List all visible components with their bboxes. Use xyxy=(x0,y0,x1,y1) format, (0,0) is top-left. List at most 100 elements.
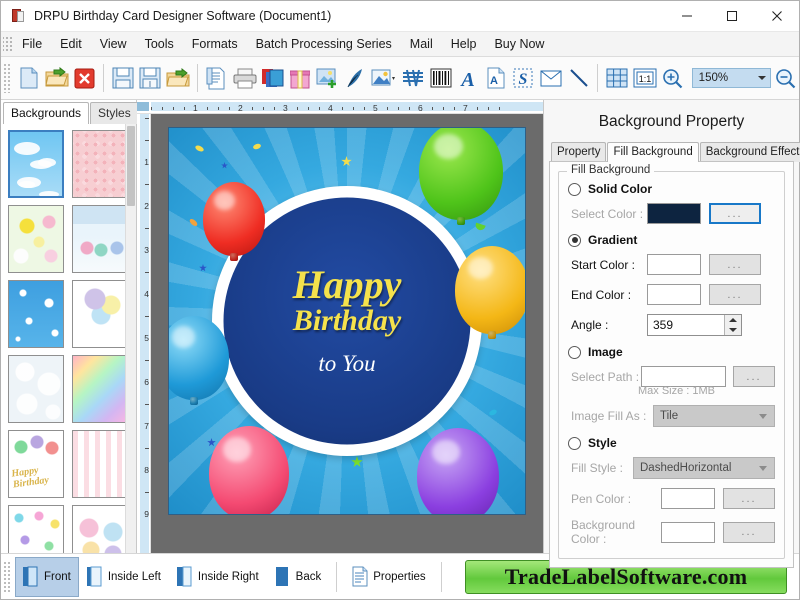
thumb-rainbow[interactable] xyxy=(72,355,128,423)
bottom-bar-separator xyxy=(336,562,337,592)
radio-image[interactable]: Image xyxy=(568,345,775,359)
thumb-multicolor-hearts[interactable] xyxy=(8,505,64,553)
menu-mail[interactable]: Mail xyxy=(401,34,442,54)
thumb-happy-birthday[interactable] xyxy=(8,430,64,498)
grid-icon[interactable] xyxy=(604,61,630,95)
menu-file[interactable]: File xyxy=(13,34,51,54)
radio-image-label: Image xyxy=(588,345,623,359)
start-color-browse-button[interactable]: ... xyxy=(709,254,761,275)
bottom-button-front[interactable]: Front xyxy=(15,557,79,597)
close-document-icon[interactable] xyxy=(72,61,98,95)
bottom-button-back[interactable]: Back xyxy=(267,557,330,597)
main-body: Backgrounds Styles xyxy=(1,100,799,553)
end-color-label: End Color : xyxy=(571,288,647,302)
line-icon[interactable] xyxy=(566,61,592,95)
save-icon[interactable] xyxy=(110,61,136,95)
angle-spinbox[interactable]: 359 xyxy=(647,314,742,336)
angle-spinner[interactable] xyxy=(724,315,741,335)
scrollbar-thumb[interactable] xyxy=(127,126,135,206)
print-preview-icon[interactable] xyxy=(204,61,230,95)
thumb-pink-hearts[interactable] xyxy=(72,430,128,498)
background-color-swatch[interactable] xyxy=(661,522,715,543)
application-window: DRPU Birthday Card Designer Software (Do… xyxy=(0,0,800,600)
select-path-input[interactable] xyxy=(641,366,726,387)
left-panel-scrollbar[interactable] xyxy=(125,124,136,553)
tab-backgrounds[interactable]: Backgrounds xyxy=(3,102,89,124)
tab-background-effects[interactable]: Background Effects xyxy=(700,142,800,162)
radio-gradient-indicator xyxy=(568,234,581,247)
thumb-winter-scene[interactable] xyxy=(72,205,128,273)
thumb-clouds-sky[interactable] xyxy=(8,130,64,198)
menu-help[interactable]: Help xyxy=(442,34,486,54)
tab-fill-background[interactable]: Fill Background xyxy=(607,142,698,162)
image-fill-as-combobox[interactable]: Tile xyxy=(653,405,775,427)
minimize-button[interactable] xyxy=(664,1,709,32)
radio-gradient[interactable]: Gradient xyxy=(568,233,775,247)
pen-color-swatch[interactable] xyxy=(661,488,715,509)
zoom-in-icon[interactable] xyxy=(660,61,686,95)
radio-style-indicator xyxy=(568,437,581,450)
zoom-level-combobox[interactable]: 150% xyxy=(692,68,772,88)
solid-color-swatch[interactable] xyxy=(647,203,701,224)
pen-icon[interactable] xyxy=(343,61,369,95)
watermark-icon[interactable] xyxy=(400,61,426,95)
new-document-icon[interactable] xyxy=(16,61,42,95)
background-color-browse-button[interactable]: ... xyxy=(723,522,775,543)
birthday-card-artwork[interactable]: Happy Birthday to You xyxy=(168,127,526,515)
card-inside-left-icon xyxy=(87,566,102,587)
solid-color-browse-button[interactable]: ... xyxy=(709,203,761,224)
ruler-v-mark: 9 xyxy=(144,509,149,519)
left-panel-tabs: Backgrounds Styles xyxy=(1,100,136,124)
menu-tools[interactable]: Tools xyxy=(136,34,183,54)
thumb-blue-stars[interactable] xyxy=(8,280,64,348)
thumb-white-balloons[interactable] xyxy=(72,280,128,348)
angle-decrement-button[interactable] xyxy=(725,325,741,335)
tab-property[interactable]: Property xyxy=(551,142,606,162)
save-as-icon[interactable]: I xyxy=(138,61,164,95)
fill-style-combobox[interactable]: DashedHorizontal xyxy=(633,457,775,479)
start-color-label: Start Color : xyxy=(571,258,647,272)
radio-style[interactable]: Style xyxy=(568,436,775,450)
close-button[interactable] xyxy=(754,1,799,32)
thumb-flowers[interactable] xyxy=(8,205,64,273)
bottom-button-inside-left[interactable]: Inside Left xyxy=(79,557,169,597)
bottom-bar-grip xyxy=(3,561,11,593)
svg-text:A: A xyxy=(459,69,474,89)
menu-view[interactable]: View xyxy=(91,34,136,54)
thumb-bubbles[interactable] xyxy=(8,355,64,423)
maximize-button[interactable] xyxy=(709,1,754,32)
add-image-icon[interactable] xyxy=(315,61,341,95)
card-shapes-icon[interactable] xyxy=(260,61,286,95)
pen-color-browse-button[interactable]: ... xyxy=(723,488,775,509)
select-path-browse-button[interactable]: ... xyxy=(733,366,775,387)
text-icon[interactable]: A xyxy=(456,61,482,95)
menu-batch-processing-series[interactable]: Batch Processing Series xyxy=(247,34,401,54)
signature-icon[interactable]: S xyxy=(511,61,537,95)
actual-size-icon[interactable]: 1:1 xyxy=(632,61,658,95)
angle-increment-button[interactable] xyxy=(725,315,741,325)
radio-solid-color[interactable]: Solid Color xyxy=(568,182,775,196)
bottom-button-inside-right[interactable]: Inside Right xyxy=(169,557,267,597)
start-color-swatch[interactable] xyxy=(647,254,701,275)
open-recent-icon[interactable] xyxy=(165,61,191,95)
menu-edit[interactable]: Edit xyxy=(51,34,91,54)
menu-formats[interactable]: Formats xyxy=(183,34,247,54)
tab-styles[interactable]: Styles xyxy=(90,102,139,124)
gift-icon[interactable] xyxy=(288,61,314,95)
card-greeting-text[interactable]: Happy Birthday to You xyxy=(227,266,467,376)
barcode-icon[interactable] xyxy=(428,61,454,95)
picture-gallery-icon[interactable] xyxy=(370,61,398,95)
print-icon[interactable] xyxy=(232,61,258,95)
end-color-swatch[interactable] xyxy=(647,284,701,305)
zoom-out-icon[interactable] xyxy=(772,61,798,95)
background-color-label: Background Color : xyxy=(571,518,661,546)
menu-buy-now[interactable]: Buy Now xyxy=(485,34,553,54)
end-color-browse-button[interactable]: ... xyxy=(709,284,761,305)
text-art-icon[interactable]: A xyxy=(483,61,509,95)
open-folder-icon[interactable] xyxy=(44,61,70,95)
envelope-icon[interactable] xyxy=(538,61,564,95)
design-canvas[interactable]: Happy Birthday to You xyxy=(151,114,543,553)
thumb-pink-texture[interactable] xyxy=(72,130,128,198)
thumb-balloon-bunch[interactable] xyxy=(72,505,128,553)
bottom-button-properties[interactable]: Properties xyxy=(344,557,433,597)
